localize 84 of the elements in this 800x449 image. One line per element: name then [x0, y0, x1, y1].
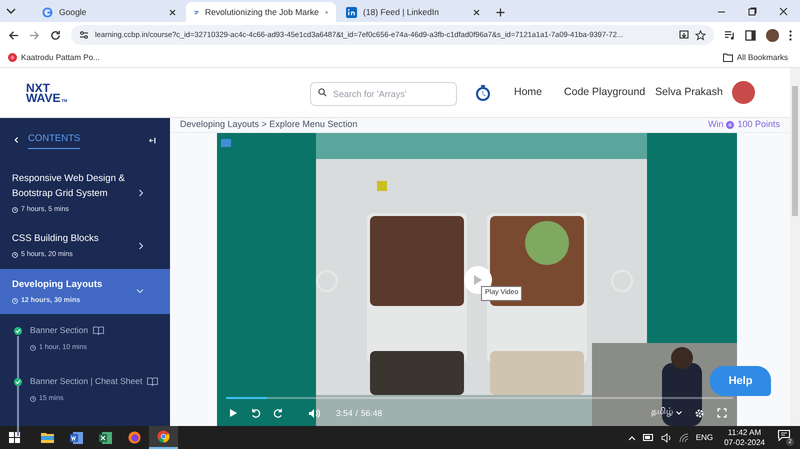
user-name: Selva Prakash [655, 84, 723, 100]
volume-icon[interactable] [308, 408, 320, 418]
logo-text: WAVE [26, 92, 60, 102]
reward-label: Win [708, 118, 724, 132]
logo-text: NXT [26, 82, 50, 92]
browser-tab[interactable]: Google [34, 2, 184, 22]
session-title[interactable]: Banner Section [30, 324, 88, 337]
user-avatar[interactable] [732, 81, 755, 104]
profile-avatar[interactable] [766, 28, 779, 42]
search-icon [318, 88, 327, 97]
close-icon[interactable] [324, 8, 328, 16]
word-logo-icon [70, 432, 83, 444]
back-icon[interactable] [8, 30, 19, 40]
folder-icon [722, 53, 733, 62]
in-logo-icon [346, 6, 357, 18]
clock-icon [12, 252, 18, 258]
g-logo-icon [42, 6, 53, 18]
nav-link[interactable]: Code Playground [564, 84, 646, 100]
circle-logo-icon [8, 53, 17, 62]
speaker-icon[interactable] [660, 432, 672, 442]
caret-icon [676, 411, 682, 415]
book-icon [93, 326, 104, 335]
contents-heading: CONTENTS [28, 132, 80, 149]
scrollbar[interactable] [790, 68, 800, 426]
collapse-panel-icon[interactable] [149, 134, 156, 146]
browser-tab[interactable]: Revolutionizing the Job Marke [186, 2, 336, 22]
clock-icon [30, 345, 36, 351]
current-time: 3:54 [336, 406, 353, 420]
clock-icon [12, 298, 18, 304]
chevron-icon [136, 288, 144, 294]
install-icon[interactable] [679, 30, 689, 40]
play-icon[interactable] [229, 408, 238, 418]
forward-icon[interactable] [29, 30, 40, 40]
chevron-icon [138, 242, 144, 250]
notification-icon[interactable] [778, 430, 790, 440]
browser-tab[interactable]: (18) Feed | LinkedIn [338, 2, 488, 22]
time-separator: / [356, 406, 358, 420]
bookmark-link[interactable]: Kaatrodu Pattam Po... [8, 52, 100, 64]
new-tab-icon[interactable] [496, 8, 505, 17]
clock[interactable]: 11:42 AM 07-02-2024 [724, 428, 765, 448]
play-icon [473, 274, 483, 286]
reload-icon[interactable] [50, 30, 61, 40]
close-icon[interactable] [779, 6, 788, 16]
chrome-logo-icon [157, 430, 170, 443]
language-selector[interactable]: தமிழ் [651, 406, 682, 420]
coin-icon [726, 121, 734, 129]
windows-logo-icon [9, 432, 20, 443]
bookmark-star-icon[interactable] [695, 30, 706, 40]
total-time: 56:48 [360, 406, 382, 420]
reward-points: 100 Points [737, 118, 780, 132]
session-title[interactable]: Banner Section | Cheat Sheet [30, 375, 142, 388]
chevron-icon [138, 188, 144, 197]
language-indicator[interactable]: ENG [696, 432, 714, 444]
clock-icon [12, 206, 18, 213]
close-icon[interactable] [169, 8, 176, 16]
rewind-icon[interactable] [250, 408, 261, 418]
firefox-logo-icon [128, 431, 141, 444]
folder-logo-icon [41, 432, 54, 443]
chevron-up-icon[interactable] [628, 434, 636, 440]
module-title: CSS Building Blocks [12, 232, 100, 246]
fast-forward-icon[interactable] [273, 408, 284, 418]
book-icon [147, 376, 158, 386]
site-settings-icon[interactable] [79, 30, 89, 40]
search-field[interactable]: Search for 'Arrays' [310, 82, 457, 106]
battery-icon[interactable] [642, 434, 654, 441]
wifi-icon[interactable] [678, 433, 689, 442]
media-icon[interactable] [724, 30, 735, 40]
help-button[interactable]: Help [710, 366, 771, 396]
chrome-taskbar-button[interactable] [149, 426, 178, 449]
all-bookmarks-button[interactable]: All Bookmarks [722, 52, 792, 64]
side-panel-icon[interactable] [745, 30, 756, 40]
fullscreen-icon[interactable] [717, 408, 727, 418]
nav-link[interactable]: Home [514, 84, 542, 100]
clock-icon [30, 396, 36, 402]
module-title: Responsive Web Design & Bootstrap Grid System [12, 172, 126, 200]
excel-logo-icon [99, 432, 112, 444]
breadcrumb: Developing Layouts > Explore Menu Section [180, 118, 358, 132]
restore-icon[interactable] [748, 6, 757, 16]
settings-icon[interactable] [694, 408, 705, 418]
back-chevron-icon[interactable] [14, 135, 19, 146]
module-title: Developing Layouts [12, 278, 104, 292]
close-icon[interactable] [473, 8, 480, 16]
more-menu-icon[interactable] [789, 30, 792, 40]
stopwatch-icon[interactable] [476, 84, 490, 100]
